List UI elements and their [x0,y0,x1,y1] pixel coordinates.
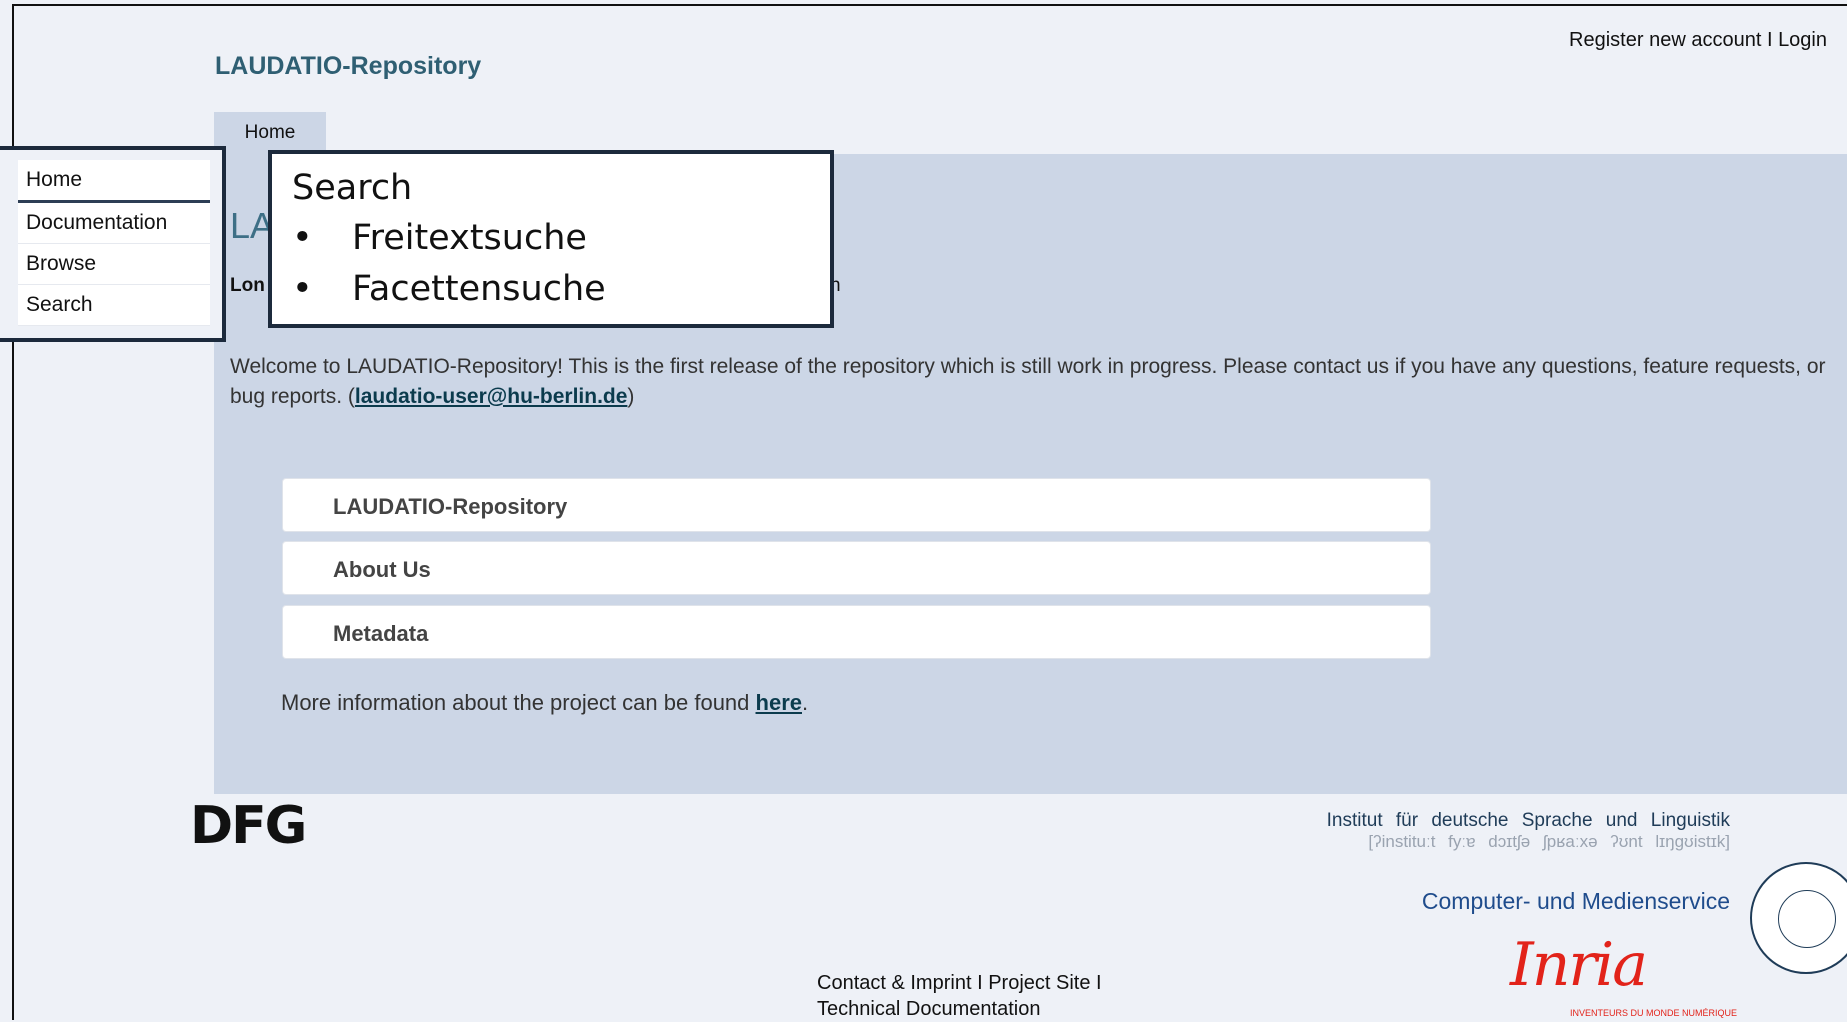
accordion-item-about-us[interactable]: About Us [282,541,1431,595]
callout-item: • Facettensuche [292,269,606,309]
email-link[interactable]: laudatio-user@hu-berlin.de [355,385,628,408]
accordion-label: Metadata [333,621,429,646]
ids-logo[interactable]: Institut für deutsche Sprache und Lingui… [1327,810,1730,852]
accordion-label: About Us [333,557,431,582]
sidebar-item-browse[interactable]: Browse [18,244,210,285]
register-link[interactable]: Register new account [1569,29,1761,51]
site-title[interactable]: LAUDATIO-Repository [215,52,481,81]
institute-phonetic: [ʔinstituːt fyːɐ dɔɪtʃə ʃpʁaːxə ʔʊnt lɪŋ… [1368,832,1730,851]
inria-logo[interactable]: Inria [1510,930,1648,1000]
dfg-logo[interactable]: DFG [190,796,307,856]
page-subtitle: Lon [230,275,265,296]
account-links: Register new account I Login [1569,29,1827,52]
institute-name: Institut für deutsche Sprache und Lingui… [1326,810,1730,831]
callout-title: Search [292,168,413,208]
bullet-icon: • [292,269,313,309]
accordion-item-metadata[interactable]: Metadata [282,605,1431,659]
footer-links: Contact & Imprint I Project Site I Techn… [817,972,1102,1020]
sidebar-nav: Home Documentation Browse Search [18,160,210,326]
bullet-icon: • [292,218,313,258]
sidebar-item-documentation[interactable]: Documentation [18,203,210,244]
sidebar-item-home[interactable]: Home [18,160,210,203]
seal-portrait [1778,890,1836,948]
technical-docs-link[interactable]: Technical Documentation [817,998,1040,1020]
hu-seal-icon[interactable] [1750,862,1847,974]
separator: I [1766,29,1773,51]
tab-home[interactable]: Home [214,112,326,154]
welcome-text: Welcome to LAUDATIO-Repository! This is … [230,355,1826,408]
search-callout: Search • Freitextsuche • Facettensuche [268,150,834,328]
computer-service-logo[interactable]: Computer- und Medienservice [1422,888,1730,915]
login-link[interactable]: Login [1778,29,1827,51]
sidebar-item-search[interactable]: Search [18,285,210,326]
accordion-label: LAUDATIO-Repository [333,494,568,519]
project-site-link[interactable]: Project Site [988,972,1090,994]
contact-link[interactable]: Contact & Imprint [817,972,972,994]
inria-tagline: INVENTEURS DU MONDE NUMÉRIQUE [1570,1008,1738,1018]
here-link[interactable]: here [756,690,802,715]
accordion-item-repository[interactable]: LAUDATIO-Repository [282,478,1431,532]
callout-item: • Freitextsuche [292,218,587,258]
more-info-text: More information about the project can b… [281,690,809,715]
